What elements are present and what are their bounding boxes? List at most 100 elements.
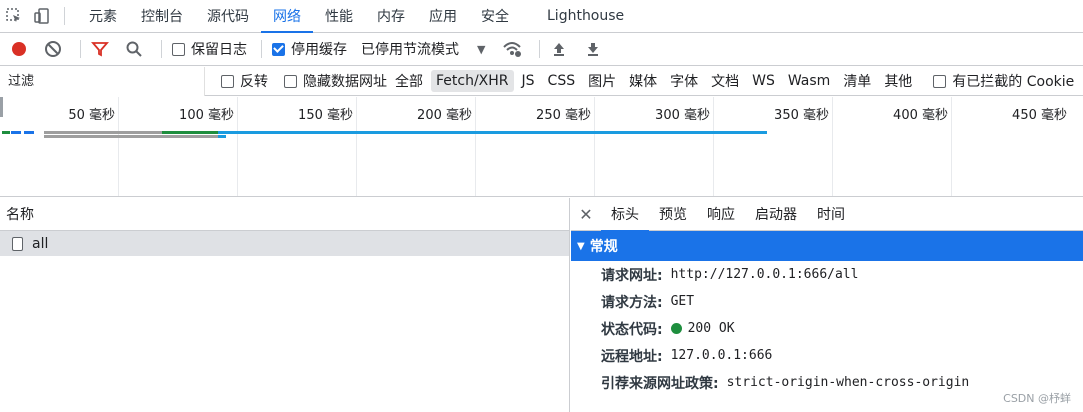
timeline-bar: [2, 131, 10, 134]
tab-initiator[interactable]: 启动器: [745, 198, 807, 231]
hide-data-urls-label: 隐藏数据网址: [303, 74, 387, 90]
request-url-row: 请求网址: http://127.0.0.1:666/all: [571, 261, 1083, 288]
close-icon[interactable]: ✕: [571, 205, 601, 224]
device-toolbar-icon[interactable]: [28, 0, 56, 32]
blocked-cookies-box[interactable]: [933, 74, 947, 88]
tab-application[interactable]: 应用: [417, 0, 469, 32]
field-value: http://127.0.0.1:666/all: [670, 267, 859, 282]
tab-lighthouse[interactable]: Lighthouse: [535, 0, 636, 32]
details-tabbar: ✕ 标头 预览 响应 启动器 时间: [571, 198, 1083, 232]
type-filter-ws[interactable]: WS: [747, 70, 780, 92]
field-key: 引荐来源网址政策:: [601, 375, 719, 392]
type-filter-js[interactable]: JS: [517, 70, 540, 92]
type-filter-doc[interactable]: 文档: [706, 68, 744, 94]
export-har-icon[interactable]: [580, 36, 606, 62]
field-value: strict-origin-when-cross-origin: [726, 375, 970, 390]
inspect-element-icon[interactable]: [0, 0, 28, 32]
timeline-bar: [11, 131, 21, 134]
request-row[interactable]: all: [0, 231, 569, 256]
type-filter-wasm[interactable]: Wasm: [783, 70, 835, 92]
triangle-down-icon: ▼: [577, 240, 585, 252]
timeline-gridline: [832, 97, 833, 196]
timeline-tick-label: 450 毫秒: [1012, 108, 1067, 123]
blocked-cookies-checkbox[interactable]: 有已拦截的 Cookie: [933, 71, 1074, 91]
hide-data-urls-box[interactable]: [284, 74, 297, 88]
record-icon[interactable]: [6, 36, 32, 62]
general-section-title: 常规: [589, 239, 618, 255]
tab-headers[interactable]: 标头: [601, 198, 649, 232]
tab-timing[interactable]: 时间: [807, 198, 855, 231]
timeline-gridline: [594, 97, 595, 196]
filter-bar: 反转 隐藏数据网址 全部 Fetch/XHR JS CSS 图片 媒体 字体 文…: [0, 66, 1083, 96]
timeline-gridline: [237, 97, 238, 196]
tab-preview[interactable]: 预览: [649, 198, 697, 231]
timeline-tick-label: 250 毫秒: [536, 108, 591, 123]
field-value: GET: [670, 294, 695, 309]
tab-security[interactable]: 安全: [469, 0, 521, 32]
toolbar-divider: [80, 40, 81, 58]
timeline-tick-label: 150 毫秒: [298, 108, 353, 123]
timeline-gridline: [356, 97, 357, 196]
status-ok-icon: [670, 323, 682, 334]
request-list: 名称 all: [0, 198, 570, 412]
search-icon[interactable]: [121, 36, 147, 62]
request-details: ✕ 标头 预览 响应 启动器 时间 ▼ 常规 请求网址: http://127.…: [571, 198, 1083, 412]
type-filter-other[interactable]: 其他: [879, 68, 917, 94]
tab-console[interactable]: 控制台: [129, 0, 195, 32]
preserve-log-checkbox[interactable]: 保留日志: [172, 39, 247, 59]
field-value: 200 OK: [687, 321, 735, 336]
field-key: 请求方法:: [601, 294, 663, 311]
invert-box[interactable]: [221, 74, 234, 88]
name-column-header[interactable]: 名称: [0, 198, 569, 231]
tab-response[interactable]: 响应: [697, 198, 745, 231]
filter-icon[interactable]: [87, 36, 113, 62]
field-key: 远程地址:: [601, 348, 663, 365]
type-filter-manifest[interactable]: 清单: [838, 68, 876, 94]
type-filter-css[interactable]: CSS: [543, 70, 581, 92]
timeline-tick-label: 100 毫秒: [179, 108, 234, 123]
timeline-bar: [218, 131, 767, 134]
timeline-bar: [162, 131, 218, 134]
timeline-overview[interactable]: 50 毫秒 100 毫秒 150 毫秒 200 毫秒 250 毫秒 300 毫秒…: [0, 97, 1083, 197]
type-filter-media[interactable]: 媒体: [624, 68, 662, 94]
timeline-bar: [218, 135, 226, 138]
type-filter-all[interactable]: 全部: [390, 68, 428, 94]
timeline-selection-handle[interactable]: [0, 97, 3, 117]
clear-icon[interactable]: [40, 36, 66, 62]
disable-cache-label: 停用缓存: [291, 42, 347, 58]
timeline-tick-label: 200 毫秒: [417, 108, 472, 123]
throttling-select[interactable]: 已停用节流模式 ▼: [361, 39, 485, 59]
import-har-icon[interactable]: [546, 36, 572, 62]
disable-cache-box[interactable]: [272, 42, 285, 56]
disable-cache-checkbox[interactable]: 停用缓存: [272, 39, 347, 59]
timeline-tick-label: 300 毫秒: [655, 108, 710, 123]
chevron-down-icon: ▼: [477, 42, 486, 56]
tab-sources[interactable]: 源代码: [195, 0, 261, 32]
preserve-log-box[interactable]: [172, 42, 185, 56]
timeline-gridline: [951, 97, 952, 196]
general-section-header[interactable]: ▼ 常规: [571, 231, 1083, 261]
network-toolbar: 保留日志 停用缓存 已停用节流模式 ▼: [0, 33, 1083, 66]
tab-memory[interactable]: 内存: [365, 0, 417, 32]
timeline-gridline: [713, 97, 714, 196]
timeline-tick-label: 50 毫秒: [68, 108, 115, 123]
invert-label: 反转: [240, 74, 268, 90]
type-filter-fetch-xhr[interactable]: Fetch/XHR: [431, 70, 514, 92]
remote-address-row: 远程地址: 127.0.0.1:666: [571, 342, 1083, 369]
document-icon: [12, 236, 23, 251]
tab-performance[interactable]: 性能: [313, 0, 365, 32]
filter-input[interactable]: [0, 66, 205, 96]
invert-checkbox[interactable]: 反转: [221, 71, 268, 91]
type-filter-img[interactable]: 图片: [583, 68, 621, 94]
timeline-tick-label: 400 毫秒: [893, 108, 948, 123]
status-code-row: 状态代码: 200 OK: [571, 315, 1083, 342]
request-method-row: 请求方法: GET: [571, 288, 1083, 315]
request-name: all: [32, 235, 49, 252]
hide-data-urls-checkbox[interactable]: 隐藏数据网址: [284, 71, 387, 91]
toolbar-divider: [161, 40, 162, 58]
timeline-bar: [24, 131, 34, 134]
tab-network[interactable]: 网络: [261, 0, 313, 33]
type-filter-font[interactable]: 字体: [665, 68, 703, 94]
tab-elements[interactable]: 元素: [77, 0, 129, 32]
network-conditions-icon[interactable]: [499, 36, 525, 62]
